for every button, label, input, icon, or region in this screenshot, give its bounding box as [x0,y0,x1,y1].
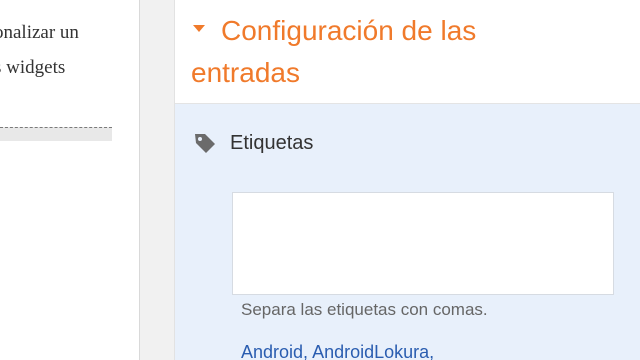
section-title[interactable]: Configuración de las entradas [191,10,631,94]
section-title-line: entradas [191,57,300,88]
labels-panel: Etiquetas Separa las etiquetas con comas… [175,104,640,360]
recent-label-link[interactable]: Android [241,342,303,360]
post-settings-header[interactable]: Configuración de las entradas [175,0,640,104]
tag-icon [195,134,215,153]
recent-label-link[interactable]: AndroidLokura [312,342,429,360]
labels-hint: Separa las etiquetas con comas. [241,300,488,319]
editor-text-line: s widgets [0,57,66,78]
pane-gutter [140,0,174,360]
section-title-line: Configuración de las [221,15,477,46]
post-editor-pane[interactable]: onalizar un s widgets [0,0,140,360]
labels-heading: Etiquetas [230,132,314,154]
editor-dashed-separator [0,127,112,141]
post-settings-panel: Configuración de las entradas Etiquetas … [174,0,640,360]
labels-input[interactable] [232,192,614,295]
recent-labels-list: Android, AndroidLokura, [241,342,435,360]
editor-text-line: onalizar un [0,22,79,43]
